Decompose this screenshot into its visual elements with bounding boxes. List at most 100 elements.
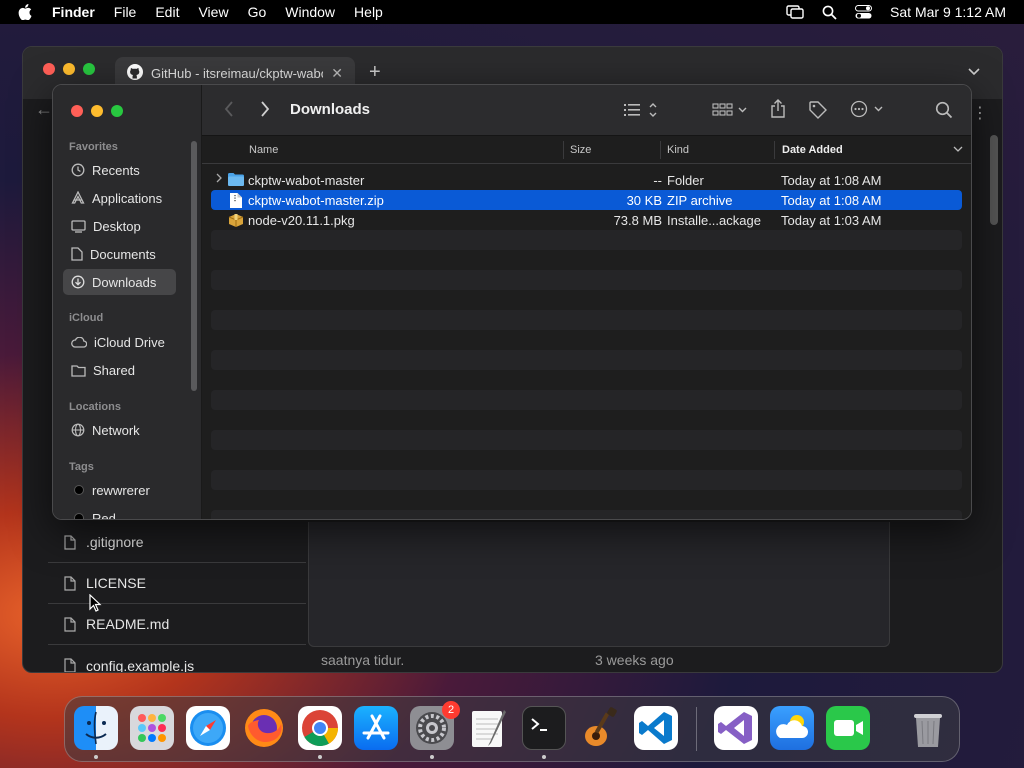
- sidebar-item-label: Documents: [90, 246, 156, 262]
- sidebar-item-recents[interactable]: Recents: [63, 157, 176, 183]
- list-view-icon[interactable]: [624, 102, 658, 123]
- tab-list-chevron-icon[interactable]: [968, 63, 980, 81]
- empty-row: [211, 510, 962, 519]
- running-indicator: [430, 755, 434, 759]
- browser-scrollbar[interactable]: [990, 135, 998, 225]
- finder-close-button[interactable]: [71, 105, 83, 117]
- menu-window[interactable]: Window: [285, 4, 335, 20]
- facetime-dock-icon[interactable]: [826, 706, 870, 750]
- menu-finder[interactable]: Finder: [52, 4, 95, 20]
- trash-dock-icon[interactable]: [906, 706, 950, 750]
- firefox-dock-icon[interactable]: [242, 706, 286, 750]
- notification-badge: 2: [442, 701, 460, 719]
- column-header-size[interactable]: Size: [570, 144, 591, 156]
- column-header-name[interactable]: Name: [249, 144, 278, 156]
- repo-file-name[interactable]: LICENSE: [86, 575, 146, 591]
- column-header-kind[interactable]: Kind: [667, 144, 689, 156]
- repo-file-name[interactable]: README.md: [86, 616, 169, 632]
- menu-go[interactable]: Go: [248, 4, 267, 20]
- sidebar-item-documents[interactable]: Documents: [63, 241, 176, 267]
- sidebar-item-shared[interactable]: Shared: [63, 357, 176, 383]
- finder-dock-icon[interactable]: [74, 706, 118, 750]
- safari-dock-icon[interactable]: [186, 706, 230, 750]
- sidebar-item-downloads[interactable]: Downloads: [63, 269, 176, 295]
- tag-icon[interactable]: [808, 100, 828, 125]
- new-tab-icon[interactable]: +: [369, 61, 381, 84]
- garageband-dock-icon[interactable]: [578, 706, 622, 750]
- forward-chevron-icon[interactable]: [260, 101, 270, 122]
- column-header-date-added[interactable]: Date Added: [782, 144, 843, 156]
- folder-icon: [228, 173, 244, 189]
- browser-close-button[interactable]: [43, 63, 55, 75]
- textedit-dock-icon[interactable]: [466, 706, 510, 750]
- sidebar-scrollbar[interactable]: [191, 141, 197, 391]
- file-icon: [64, 658, 76, 672]
- sidebar-item-tag-rewwrerer[interactable]: rewwrerer: [63, 477, 176, 503]
- package-icon: [228, 213, 244, 230]
- file-row-folder[interactable]: ckptw-wabot-master -- Folder Today at 1:…: [211, 170, 962, 190]
- clock-icon: [71, 163, 85, 177]
- running-indicator: [542, 755, 546, 759]
- repo-file-config[interactable]: config.example.js: [48, 645, 306, 673]
- file-icon: [64, 575, 76, 591]
- tag-dot-icon: [74, 485, 84, 495]
- menu-view[interactable]: View: [198, 4, 228, 20]
- sidebar-item-applications[interactable]: Applications: [63, 185, 176, 211]
- repo-file-name[interactable]: .gitignore: [86, 534, 144, 550]
- document-icon: [71, 247, 83, 261]
- empty-row: [211, 490, 962, 510]
- sidebar-item-label: Downloads: [92, 274, 157, 290]
- repo-file-name[interactable]: config.example.js: [86, 658, 194, 673]
- chrome-dock-icon[interactable]: [298, 706, 342, 750]
- sort-chevron-icon[interactable]: [953, 144, 963, 156]
- search-icon[interactable]: [935, 101, 953, 124]
- terminal-dock-icon[interactable]: [522, 706, 566, 750]
- control-center-icon[interactable]: [855, 5, 873, 19]
- group-icon[interactable]: [712, 102, 748, 123]
- repo-file-gitignore[interactable]: .gitignore: [48, 522, 306, 563]
- menubar-clock[interactable]: Sat Mar 9 1:12 AM: [890, 4, 1006, 20]
- weather-dock-icon[interactable]: [770, 706, 814, 750]
- empty-row: [211, 350, 962, 370]
- menu-help[interactable]: Help: [354, 4, 383, 20]
- empty-row: [211, 290, 962, 310]
- sidebar-item-label: Red: [92, 510, 116, 520]
- sidebar-item-network[interactable]: Network: [63, 417, 176, 443]
- tab-close-icon[interactable]: ✕: [331, 65, 343, 82]
- app-store-dock-icon[interactable]: [354, 706, 398, 750]
- menu-edit[interactable]: Edit: [155, 4, 179, 20]
- finder-minimize-button[interactable]: [91, 105, 103, 117]
- browser-back-icon[interactable]: ←: [35, 99, 53, 120]
- commit-message[interactable]: saatnya tidur.: [321, 652, 404, 668]
- browser-more-icon[interactable]: ⋮: [972, 103, 988, 123]
- more-actions-icon[interactable]: [850, 100, 886, 123]
- file-kind: ZIP archive: [667, 193, 733, 208]
- download-icon: [71, 275, 85, 289]
- file-date-added: Today at 1:08 AM: [781, 173, 882, 188]
- file-icon: [64, 616, 76, 632]
- apple-menu-icon[interactable]: [18, 4, 36, 20]
- sidebar-item-label: Network: [92, 422, 140, 438]
- sidebar-item-desktop[interactable]: Desktop: [63, 213, 176, 239]
- browser-zoom-button[interactable]: [83, 63, 95, 75]
- finder-window: Favorites Recents Applications Desktop D…: [52, 84, 972, 520]
- sidebar-item-icloud-drive[interactable]: iCloud Drive: [63, 329, 176, 355]
- screen-mirroring-icon[interactable]: [786, 5, 804, 19]
- menu-file[interactable]: File: [114, 4, 137, 20]
- spotlight-search-icon[interactable]: [822, 5, 837, 20]
- browser-minimize-button[interactable]: [63, 63, 75, 75]
- launchpad-dock-icon[interactable]: [130, 706, 174, 750]
- share-icon[interactable]: [770, 99, 786, 124]
- repo-file-license[interactable]: LICENSE: [48, 563, 306, 604]
- visual-studio-dock-icon[interactable]: [714, 706, 758, 750]
- empty-row: [211, 470, 962, 490]
- finder-zoom-button[interactable]: [111, 105, 123, 117]
- file-row-zip[interactable]: ckptw-wabot-master.zip 30 KB ZIP archive…: [211, 190, 962, 210]
- sidebar-item-label: Desktop: [93, 218, 141, 234]
- sidebar-item-tag-red[interactable]: Red: [63, 505, 176, 520]
- back-chevron-icon[interactable]: [224, 101, 234, 122]
- vscode-dock-icon[interactable]: [634, 706, 678, 750]
- disclosure-chevron-icon[interactable]: [216, 173, 222, 186]
- repo-file-readme[interactable]: README.md: [48, 604, 306, 645]
- file-row-pkg[interactable]: node-v20.11.1.pkg 73.8 MB Installe...ack…: [211, 210, 962, 230]
